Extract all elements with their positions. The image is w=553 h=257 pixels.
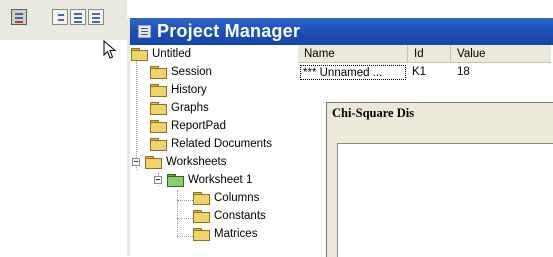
chi-square-dialog: Chi-Square Dis [326, 102, 553, 257]
folder-icon [150, 138, 167, 151]
tree-item-label: Columns [214, 192, 260, 204]
row-id-cell[interactable]: K1 [412, 65, 426, 80]
folder-icon [150, 102, 167, 115]
tree-item-graphs[interactable]: Graphs [150, 100, 209, 116]
tree-item-label: History [171, 84, 207, 96]
column-header-name[interactable]: Name [298, 45, 408, 63]
folder-icon [193, 210, 210, 223]
project-manager-title-icon [138, 25, 151, 38]
dialog-title[interactable]: Chi-Square Dis [327, 103, 553, 124]
collapse-icon[interactable] [154, 176, 162, 184]
row-value-cell[interactable]: 18 [457, 65, 470, 80]
folder-icon [193, 192, 210, 205]
tree-item-label: Constants [214, 210, 266, 222]
column-header-value[interactable]: Value [451, 45, 551, 63]
tree-item-constants[interactable]: Constants [193, 208, 266, 224]
folder-icon [145, 156, 162, 169]
project-tree: Untitled Session History Graphs ReportPa… [130, 45, 299, 256]
worksheet-folder-icon [167, 174, 184, 187]
toolbar [0, 0, 127, 40]
tree-item-label: Related Documents [171, 138, 272, 150]
tree-item-label: Matrices [214, 228, 258, 240]
dialog-content-area [337, 143, 553, 257]
tree-item-label: Session [171, 66, 212, 78]
tree-item-worksheets[interactable]: Worksheets [132, 154, 227, 170]
tree-item-history[interactable]: History [150, 82, 207, 98]
project-manager-icon[interactable] [11, 9, 27, 25]
tree-item-matrices[interactable]: Matrices [193, 226, 257, 242]
folder-icon [193, 228, 210, 241]
folder-icon [150, 120, 167, 133]
tree-item-label: ReportPad [171, 120, 226, 132]
tree-item-untitled[interactable]: Untitled [131, 46, 191, 62]
window-title: Project Manager [157, 21, 301, 41]
tree-item-label: Worksheet 1 [188, 174, 253, 186]
row-name-cell[interactable]: *** Unnamed ... [300, 65, 406, 80]
tree-item-worksheet-1[interactable]: Worksheet 1 [154, 172, 252, 188]
title-bar[interactable]: Project Manager [130, 18, 553, 45]
column-header-id[interactable]: Id [408, 45, 451, 63]
folder-icon [131, 48, 148, 61]
session-icon[interactable] [52, 9, 68, 25]
mouse-cursor-icon [103, 40, 117, 59]
tree-item-related-documents[interactable]: Related Documents [150, 136, 272, 152]
folder-icon [150, 66, 167, 79]
data-window-icon[interactable] [88, 9, 104, 25]
tree-item-reportpad[interactable]: ReportPad [150, 118, 226, 134]
tree-item-session[interactable]: Session [150, 64, 212, 80]
tree-item-label: Graphs [171, 102, 209, 114]
collapse-icon[interactable] [132, 158, 140, 166]
tree-item-columns[interactable]: Columns [193, 190, 259, 206]
worksheet-icon[interactable] [70, 9, 86, 25]
folder-icon [150, 84, 167, 97]
tree-item-label: Untitled [152, 48, 191, 60]
tree-item-label: Worksheets [166, 156, 227, 168]
